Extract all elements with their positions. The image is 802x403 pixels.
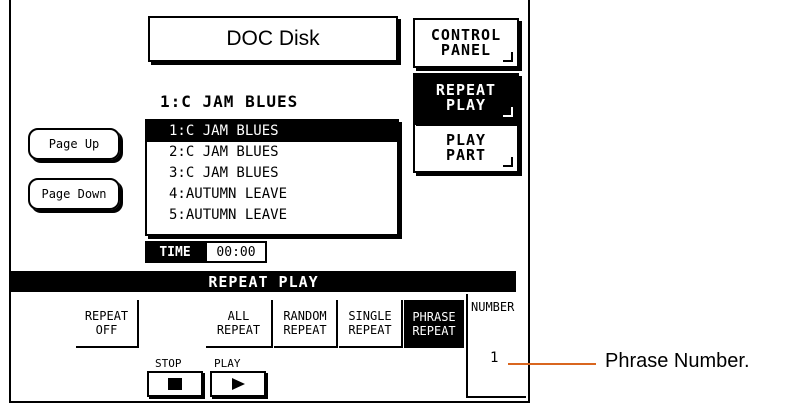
song-list-item[interactable]: 3:C JAM BLUES xyxy=(147,163,397,184)
page-down-button[interactable]: Page Down xyxy=(28,178,120,210)
screen-title-text: DOC Disk xyxy=(226,27,320,50)
time-value: 00:00 xyxy=(205,241,267,263)
random-repeat-label-1: RANDOM xyxy=(283,309,327,323)
song-list-item[interactable]: 4:AUTUMN LEAVE xyxy=(147,184,397,205)
random-repeat-label-2: REPEAT xyxy=(283,323,327,337)
single-repeat-label-2: REPEAT xyxy=(348,323,392,337)
stop-button[interactable] xyxy=(147,371,203,397)
play-icon xyxy=(232,378,245,390)
time-label: TIME xyxy=(145,241,205,263)
control-panel-label-2: PANEL xyxy=(440,41,492,59)
random-repeat-button[interactable]: RANDOM REPEAT xyxy=(274,300,338,348)
repeat-play-label-2: PLAY xyxy=(445,96,487,114)
page-up-button[interactable]: Page Up xyxy=(28,128,120,160)
play-button[interactable] xyxy=(210,371,266,397)
number-label: NUMBER xyxy=(471,300,515,314)
corner-arrow-icon xyxy=(503,107,513,117)
repeat-off-label-2: OFF xyxy=(95,323,118,337)
all-repeat-label-2: REPEAT xyxy=(216,323,261,337)
phrase-number-value: 1 xyxy=(490,350,499,366)
stop-icon xyxy=(168,378,182,390)
play-part-label-2: PART xyxy=(445,146,487,164)
screen-title: DOC Disk xyxy=(148,16,398,62)
phrase-repeat-label-2: REPEAT xyxy=(412,324,456,338)
song-list-item[interactable]: 1:C JAM BLUES xyxy=(147,121,397,142)
stop-label: STOP xyxy=(155,357,182,370)
repeat-off-label-1: REPEAT xyxy=(84,309,129,323)
corner-arrow-icon xyxy=(503,157,513,167)
phrase-number-callout: Phrase Number. xyxy=(605,350,750,372)
control-panel-button[interactable]: CONTROL PANEL xyxy=(413,18,519,68)
phrase-repeat-button[interactable]: PHRASE REPEAT xyxy=(404,300,464,348)
corner-arrow-icon xyxy=(503,52,513,62)
repeat-play-button[interactable]: REPEAT PLAY xyxy=(413,73,519,123)
play-label: PLAY xyxy=(214,357,241,370)
callout-line xyxy=(508,363,596,365)
single-repeat-label-1: SINGLE xyxy=(348,309,392,323)
repeat-off-button[interactable]: REPEAT OFF xyxy=(76,300,139,348)
song-list-item[interactable]: 2:C JAM BLUES xyxy=(147,142,397,163)
current-song-label: 1:C JAM BLUES xyxy=(160,92,299,111)
play-part-button[interactable]: PLAY PART xyxy=(413,123,519,173)
song-list[interactable]: 1:C JAM BLUES 2:C JAM BLUES 3:C JAM BLUE… xyxy=(145,119,399,236)
song-list-item[interactable]: 5:AUTUMN LEAVE xyxy=(147,205,397,226)
phrase-repeat-label-1: PHRASE xyxy=(412,310,456,324)
section-title: REPEAT PLAY xyxy=(11,271,516,292)
single-repeat-button[interactable]: SINGLE REPEAT xyxy=(339,300,403,348)
all-repeat-button[interactable]: ALL REPEAT xyxy=(206,300,273,348)
all-repeat-label-1: ALL xyxy=(227,309,250,323)
